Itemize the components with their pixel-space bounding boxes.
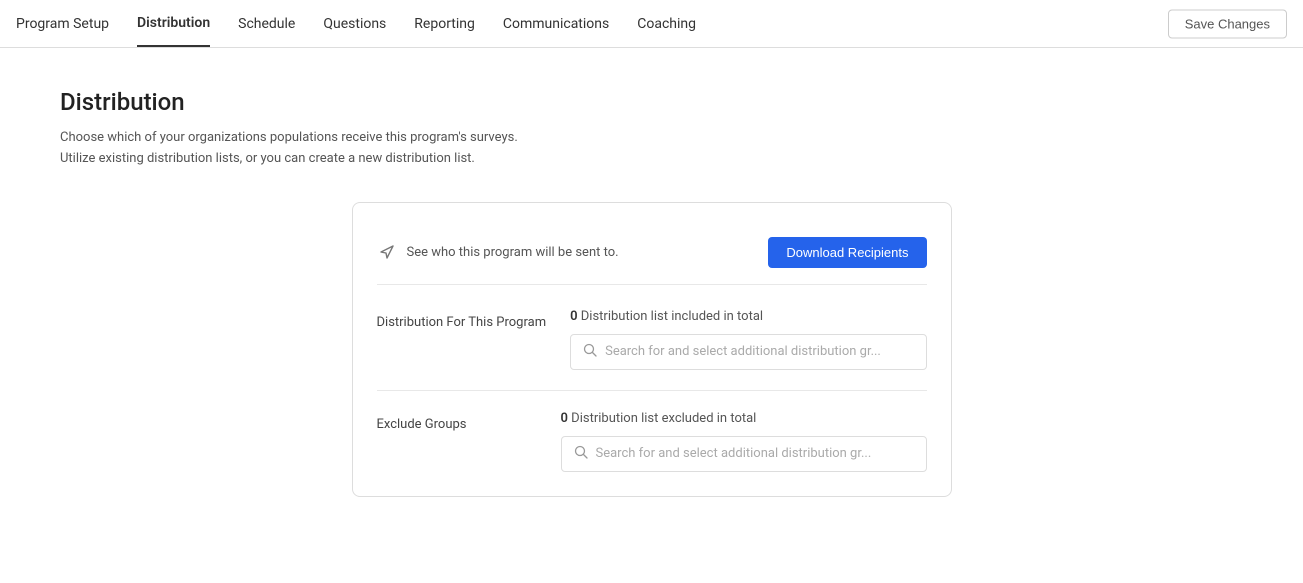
nav-item-distribution[interactable]: Distribution — [137, 1, 210, 47]
distribution-section: Distribution For This Program 0 Distribu… — [377, 309, 927, 370]
distribution-card: See who this program will be sent to. Do… — [352, 202, 952, 497]
main-content: Distribution Choose which of your organi… — [0, 48, 1303, 537]
exclude-search-box[interactable]: Search for and select additional distrib… — [561, 436, 927, 472]
exclude-content: 0 Distribution list excluded in total Se… — [561, 411, 927, 472]
exclude-label: Exclude Groups — [377, 411, 537, 432]
nav-item-questions[interactable]: Questions — [323, 2, 386, 46]
exclude-search-icon — [574, 445, 588, 463]
save-changes-button[interactable]: Save Changes — [1168, 9, 1287, 38]
page-title: Distribution — [60, 88, 1243, 116]
recipients-row: See who this program will be sent to. Do… — [377, 227, 927, 285]
page-description: Choose which of your organizations popul… — [60, 128, 1243, 170]
exclude-section: Exclude Groups 0 Distribution list exclu… — [377, 411, 927, 472]
distribution-label: Distribution For This Program — [377, 309, 547, 330]
recipients-info: See who this program will be sent to. — [377, 242, 619, 262]
distribution-count: 0 Distribution list included in total — [570, 309, 926, 324]
section-divider — [377, 390, 927, 391]
nav-item-schedule[interactable]: Schedule — [238, 2, 295, 46]
search-icon — [583, 343, 597, 361]
send-icon — [377, 242, 397, 262]
recipients-info-text: See who this program will be sent to. — [407, 245, 619, 260]
nav-item-communications[interactable]: Communications — [503, 2, 609, 46]
distribution-search-placeholder: Search for and select additional distrib… — [605, 344, 881, 359]
top-navigation: Program Setup Distribution Schedule Ques… — [0, 0, 1303, 48]
nav-items: Program Setup Distribution Schedule Ques… — [16, 1, 1287, 47]
distribution-search-box[interactable]: Search for and select additional distrib… — [570, 334, 926, 370]
nav-item-coaching[interactable]: Coaching — [637, 2, 696, 46]
nav-item-reporting[interactable]: Reporting — [414, 2, 475, 46]
exclude-count: 0 Distribution list excluded in total — [561, 411, 927, 426]
distribution-content: 0 Distribution list included in total Se… — [570, 309, 926, 370]
exclude-search-placeholder: Search for and select additional distrib… — [596, 446, 872, 461]
nav-item-program-setup[interactable]: Program Setup — [16, 2, 109, 46]
download-recipients-button[interactable]: Download Recipients — [768, 237, 926, 268]
